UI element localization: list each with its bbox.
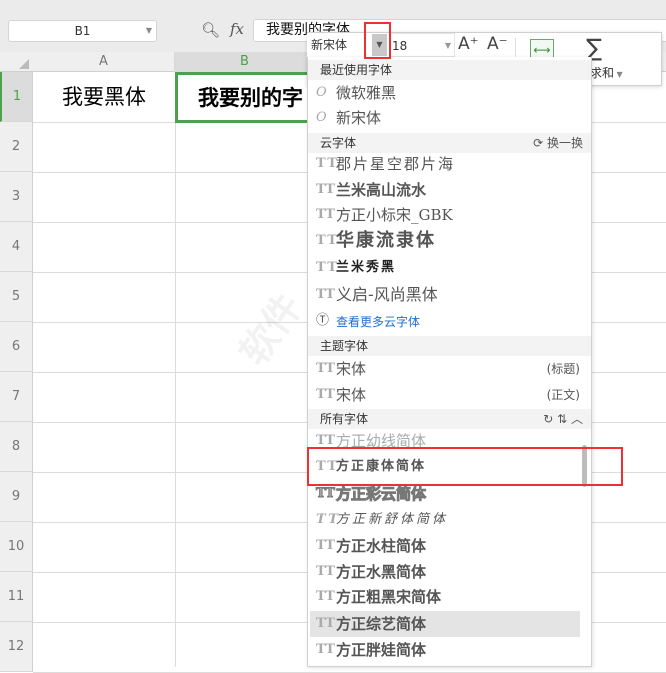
more-cloud-fonts-link[interactable]: Ⓣ 查看更多云字体 [310,308,580,334]
column-gridline [175,72,176,667]
watermark: 软件 [231,285,311,374]
sum-label[interactable]: 求和 ▼ [590,64,623,81]
name-box-value: B1 [74,24,91,38]
section-theme: 主题字体 [308,336,591,356]
font-item[interactable]: TT 宋体 (正文) [310,382,580,408]
font-item[interactable]: TT 方正水柱简体 [310,533,580,559]
section-recent: 最近使用字体 [308,60,591,80]
truetype-icon: TT [316,361,335,376]
refresh-icon: ⟳ [533,136,547,150]
highlight-box-font [307,447,623,486]
truetype-icon: TT [316,387,335,402]
opentype-icon: O [316,110,327,125]
font-item[interactable]: TT 华康流隶体 [310,228,580,254]
cell-b1[interactable]: 我要别的字 [175,72,315,123]
font-item[interactable]: TT 义启-风尚黑体 [310,282,580,308]
row-header-12[interactable]: 12 [0,622,33,672]
refresh-button[interactable]: ⟳ 换一换 [533,133,583,153]
font-size-value: 18 [392,39,408,53]
truetype-icon: TT [316,589,335,604]
collapse-icon[interactable]: ︿ [571,412,583,426]
font-item[interactable]: TT 方正新舒体简体 [310,507,580,533]
font-item[interactable]: TT 兰米秀黑 [310,255,580,281]
truetype-icon: TT [316,538,335,553]
name-box[interactable]: B1 ▼ [8,20,157,42]
font-item-hovered[interactable]: TT 方正综艺简体 [310,611,580,637]
refresh-icon[interactable]: ↻ [543,412,553,426]
truetype-icon: TT [316,642,335,657]
font-size-box[interactable]: 18 ▼ [389,33,455,57]
font-item[interactable]: TT 方正水黑简体 [310,559,580,585]
chevron-down-icon[interactable]: ▼ [445,34,451,58]
font-item[interactable]: TT 方正粗黑宋简体 [310,584,580,610]
font-item[interactable]: O 微软雅黑 [310,80,580,106]
row-header-8[interactable]: 8 [0,422,33,472]
font-item[interactable]: TT 方正小标宋_GBK [310,202,580,228]
section-cloud: 云字体 ⟳ 换一换 [308,133,591,153]
truetype-icon: TT [316,260,339,275]
truetype-icon: TT [316,287,335,302]
fx-icon[interactable]: fx [230,20,244,38]
cloud-font-icon: Ⓣ [316,313,330,328]
highlight-box-arrow [364,22,391,59]
row-header-9[interactable]: 9 [0,472,33,522]
row-header-6[interactable]: 6 [0,322,33,372]
column-header-a[interactable]: A [33,52,175,72]
font-item[interactable]: O 新宋体 [310,105,580,131]
row-header-7[interactable]: 7 [0,372,33,422]
select-all-corner[interactable] [0,52,33,72]
row-header-3[interactable]: 3 [0,172,33,222]
row-header-4[interactable]: 4 [0,222,33,272]
opentype-icon: O [316,85,327,100]
truetype-icon: TT [316,233,339,248]
truetype-icon: TT [316,512,341,527]
row-header-2[interactable]: 2 [0,122,33,172]
truetype-icon: TT [316,564,335,579]
truetype-icon: TT [316,156,339,171]
section-all: 所有字体 ↻ ⇅ ︿ [308,409,591,429]
row-header-1[interactable]: 1 [0,72,33,122]
column-header-b[interactable]: B [175,52,315,72]
font-item[interactable]: TT 兰米高山流水 [310,177,580,203]
font-item[interactable]: TT 方正胖娃简体 [310,637,580,663]
truetype-icon: TT [316,616,335,631]
cell-a1[interactable]: 我要黑体 [33,72,175,122]
row-header-5[interactable]: 5 [0,272,33,322]
chevron-down-icon[interactable]: ▼ [146,21,152,41]
truetype-icon: TT [316,182,335,197]
row-header-10[interactable]: 10 [0,522,33,572]
sort-icon[interactable]: ⇅ [557,412,567,426]
shrink-font-button[interactable]: A⁻ [487,34,508,54]
font-item[interactable]: TT 郡片星空郡片海 [310,151,580,177]
font-item[interactable]: TT 宋体 (标题) [310,356,580,382]
truetype-icon: TT [316,207,335,222]
row-header-11[interactable]: 11 [0,572,33,622]
grow-font-button[interactable]: A⁺ [458,34,479,54]
zoom-icon[interactable]: 🔍︎ [201,21,220,39]
